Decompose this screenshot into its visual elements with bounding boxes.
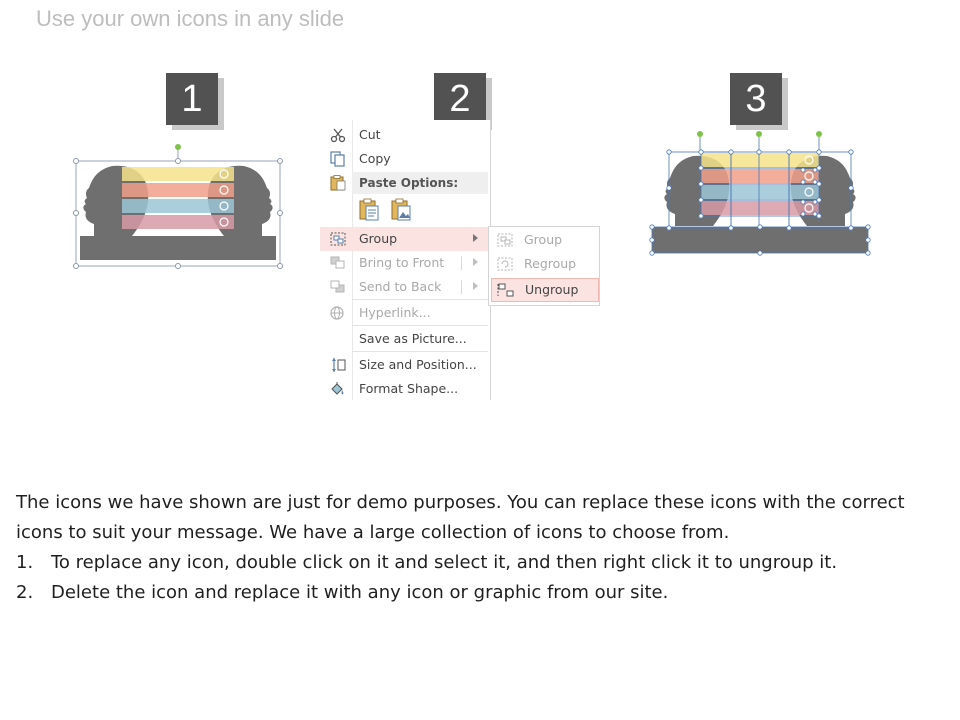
submenu-item-group[interactable]: Group <box>491 229 597 251</box>
instructions-list: 1. To replace any icon, double click on … <box>16 548 936 608</box>
copy-icon <box>330 151 345 167</box>
group-icon <box>497 233 513 247</box>
chevron-right-icon <box>473 282 478 290</box>
menu-item-save-as-picture[interactable]: Save as Picture... <box>320 327 488 351</box>
menu-label-group: Group <box>359 231 398 246</box>
band-orange <box>122 183 234 197</box>
paint-bucket-icon <box>331 382 344 395</box>
ungrouped-graphic-panel[interactable] <box>645 126 875 261</box>
menu-item-format-shape[interactable]: Format Shape... <box>320 377 488 401</box>
instructions-block: The icons we have shown are just for dem… <box>16 488 936 608</box>
base-bar <box>80 236 276 260</box>
slide-title: Use your own icons in any slide <box>36 6 345 31</box>
menu-label-format-shape: Format Shape... <box>359 381 459 396</box>
instruction-item: 2. Delete the icon and replace it with a… <box>16 578 936 608</box>
paste-options-header: Paste Options: <box>352 172 488 194</box>
instruction-item: 1. To replace any icon, double click on … <box>16 548 936 578</box>
instruction-text: Delete the icon and replace it with any … <box>51 582 669 603</box>
instruction-number: 2. <box>16 582 34 603</box>
menu-item-group[interactable]: Group <box>320 227 488 251</box>
regroup-icon <box>497 257 513 271</box>
graphic-group[interactable] <box>80 165 276 260</box>
step-2-badge: 2 <box>434 73 486 125</box>
paste-options-label: Paste Options: <box>359 176 459 190</box>
band-yellow <box>122 167 234 181</box>
submenu-label-ungroup: Ungroup <box>525 282 579 297</box>
menu-separator <box>352 299 488 300</box>
context-menu: Cut Copy Paste Options: Group Bring to F… <box>320 120 491 400</box>
context-menu-panel: Cut Copy Paste Options: Group Bring to F… <box>320 120 602 402</box>
ungroup-icon <box>497 283 514 297</box>
paste-as-picture-icon[interactable] <box>390 198 412 222</box>
instruction-text: To replace any icon, double click on it … <box>51 552 838 573</box>
rotate-handle[interactable] <box>175 144 181 150</box>
step-3-badge: 3 <box>730 73 782 125</box>
menu-item-size-and-position[interactable]: Size and Position... <box>320 353 488 377</box>
band-blue[interactable] <box>701 185 819 199</box>
menu-label-copy: Copy <box>359 151 391 166</box>
menu-item-bring-to-front[interactable]: Bring to Front <box>320 251 488 275</box>
menu-split-divider <box>461 256 462 270</box>
menu-item-cut[interactable]: Cut <box>320 123 488 147</box>
instructions-intro: The icons we have shown are just for dem… <box>16 492 905 543</box>
menu-label-size-and-position: Size and Position... <box>359 357 477 372</box>
grouped-graphic-panel[interactable] <box>70 140 290 275</box>
paste-keep-formatting-icon[interactable] <box>358 198 380 222</box>
menu-separator <box>352 325 488 326</box>
band-pink <box>122 215 234 229</box>
group-icon <box>330 232 346 246</box>
scissors-icon <box>330 128 346 143</box>
band-blue <box>122 199 234 213</box>
chevron-right-icon <box>473 234 478 242</box>
menu-label-cut: Cut <box>359 127 381 142</box>
submenu-label-group: Group <box>524 232 563 247</box>
menu-label-hyperlink: Hyperlink... <box>359 305 431 320</box>
bring-to-front-icon <box>330 256 345 269</box>
menu-item-hyperlink[interactable]: Hyperlink... <box>320 301 488 325</box>
group-submenu: Group Regroup Ungroup <box>488 226 600 306</box>
submenu-item-ungroup[interactable]: Ungroup <box>491 278 599 302</box>
send-to-back-icon <box>330 280 345 293</box>
instruction-number: 1. <box>16 552 34 573</box>
band-yellow[interactable] <box>701 153 819 167</box>
step-1-badge: 1 <box>166 73 218 125</box>
submenu-item-regroup[interactable]: Regroup <box>491 253 597 275</box>
menu-item-send-to-back[interactable]: Send to Back <box>320 275 488 299</box>
menu-label-bring-to-front: Bring to Front <box>359 255 445 270</box>
menu-label-send-to-back: Send to Back <box>359 279 442 294</box>
size-and-position-icon <box>332 358 346 372</box>
rotate-handles[interactable] <box>697 131 822 137</box>
chevron-right-icon <box>473 258 478 266</box>
base-bar[interactable] <box>652 227 868 253</box>
menu-item-copy[interactable]: Copy <box>320 147 488 171</box>
submenu-label-regroup: Regroup <box>524 256 577 271</box>
menu-label-save-as-picture: Save as Picture... <box>359 331 467 346</box>
menu-separator <box>352 351 488 352</box>
clipboard-icon <box>330 175 346 191</box>
hyperlink-icon <box>330 306 344 320</box>
menu-split-divider <box>461 280 462 294</box>
